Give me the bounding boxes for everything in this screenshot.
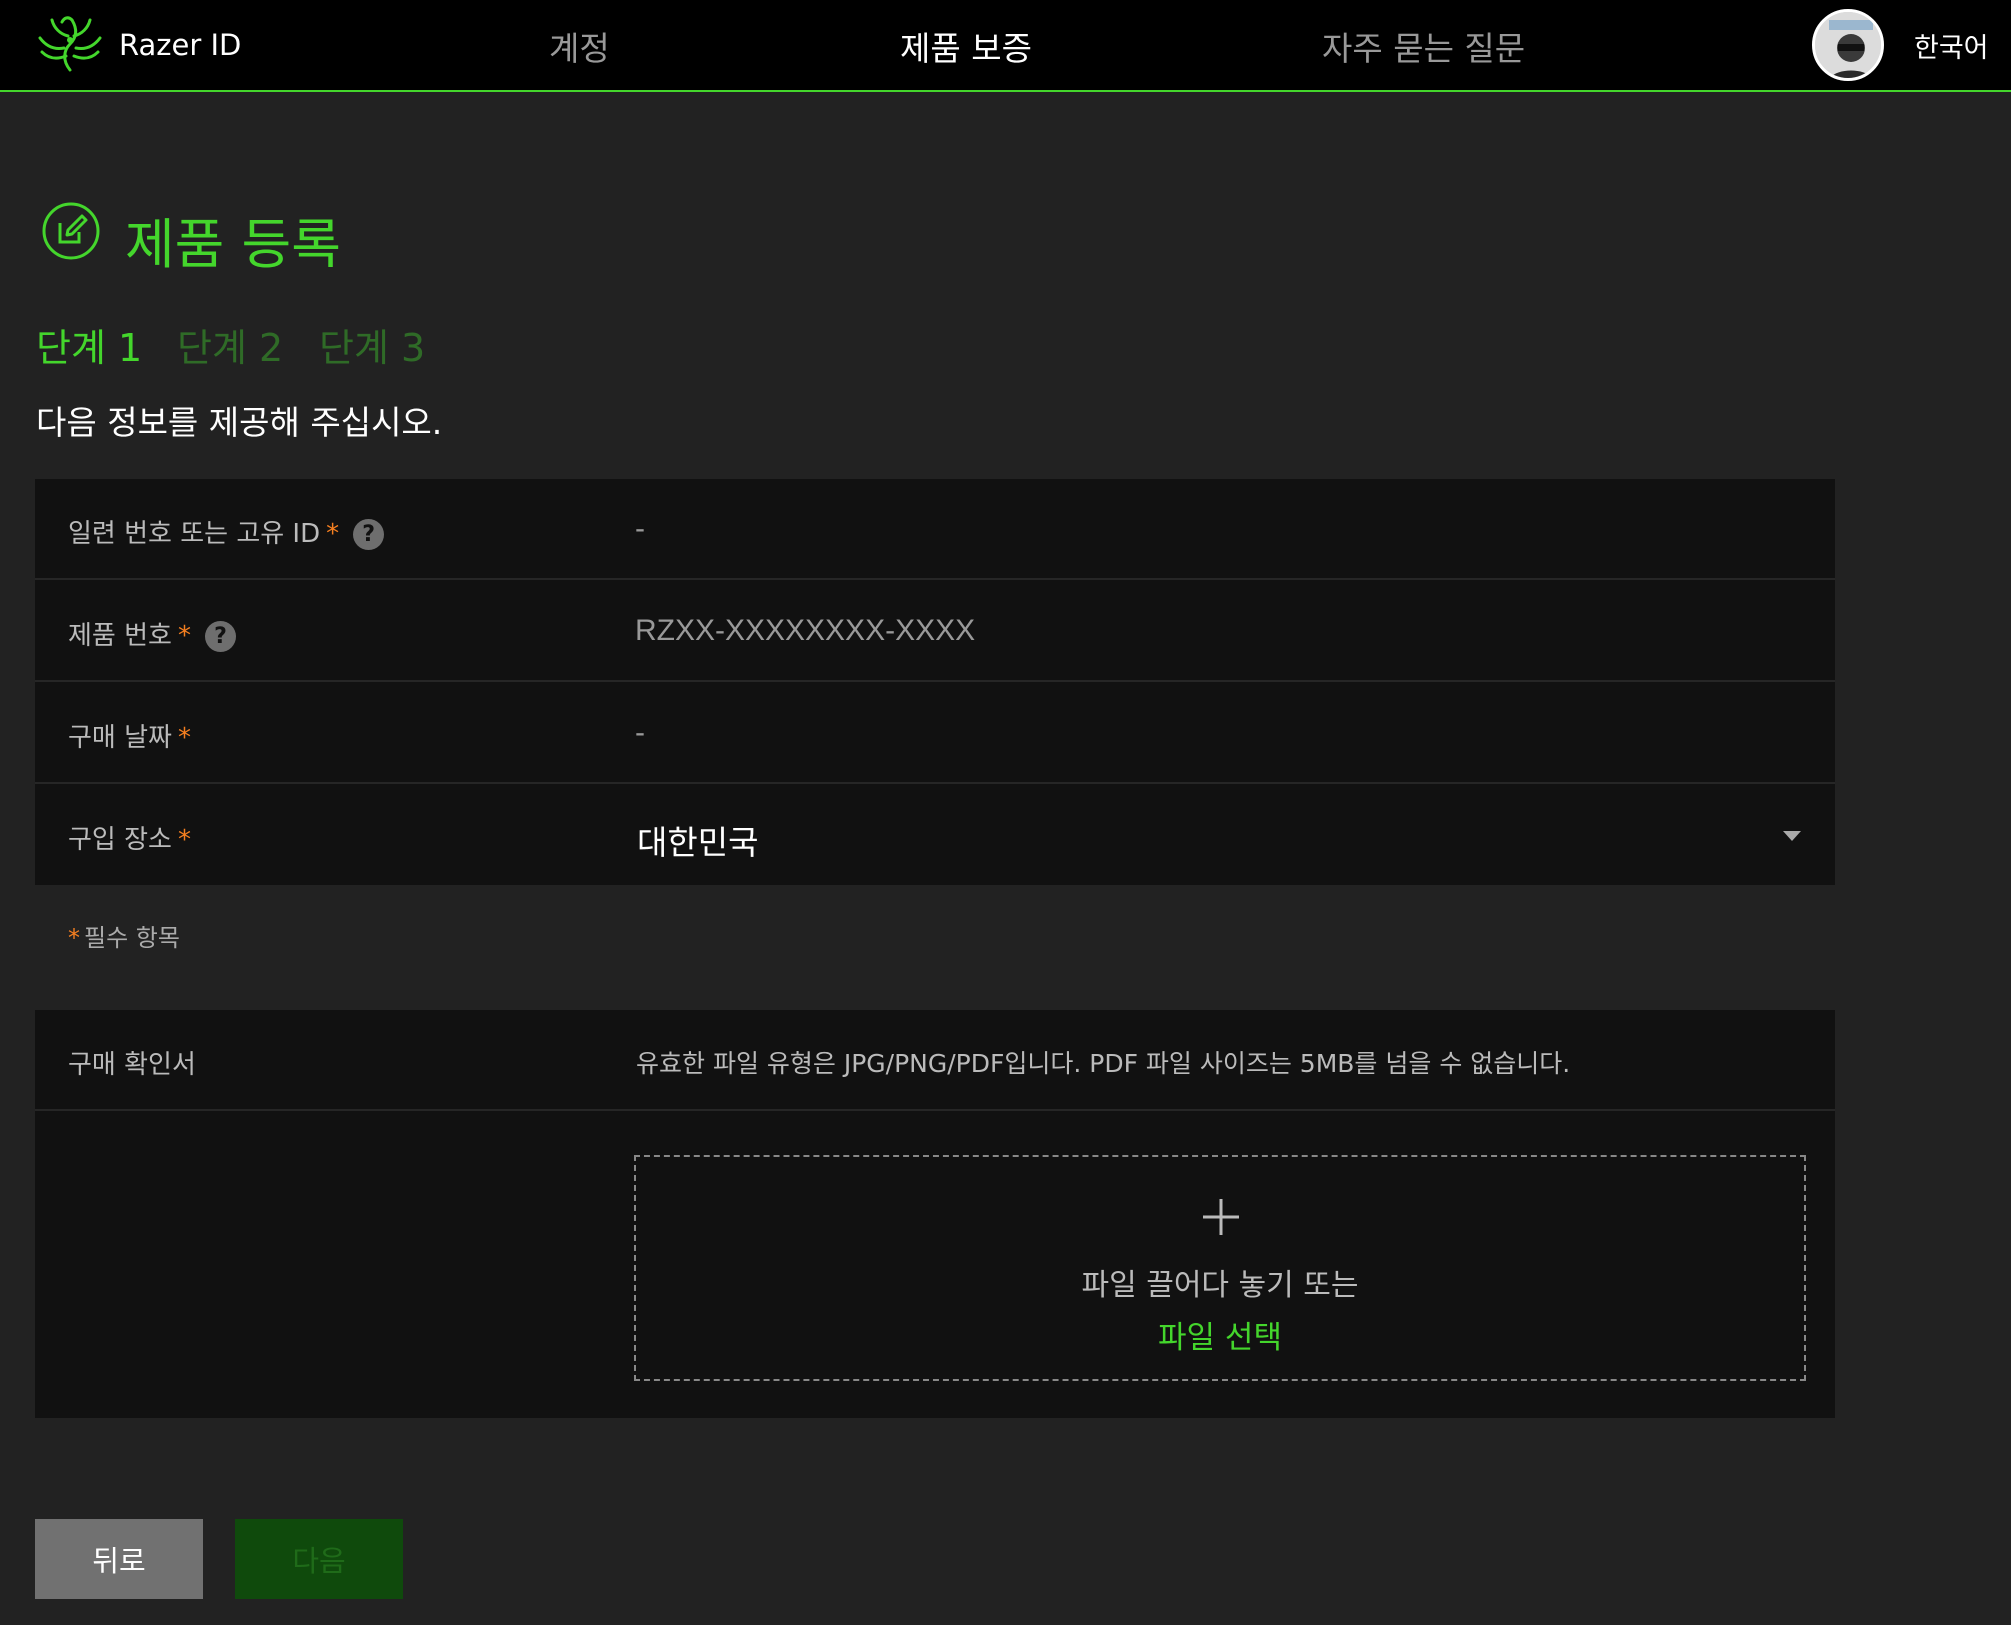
file-type-hint: 유효한 파일 유형은 JPG/PNG/PDF입니다. PDF 파일 사이즈는 5… <box>636 1049 1571 1078</box>
edit-register-icon <box>42 202 100 260</box>
purchase-date-label: 구매 날짜 <box>68 723 172 753</box>
top-navigation-bar: Razer ID 계정 제품 보증 자주 묻는 질문 한국어 <box>0 0 2011 92</box>
step-3: 단계 3 <box>319 326 426 370</box>
plus-icon <box>1203 1199 1239 1235</box>
required-asterisk: * <box>177 621 191 651</box>
user-avatar[interactable] <box>1812 9 1884 81</box>
help-icon[interactable]: ? <box>353 519 385 550</box>
step-2: 단계 2 <box>177 326 284 370</box>
purchase-date-row: 구매 날짜 * <box>35 683 1835 784</box>
choose-file-link[interactable]: 파일 선택 <box>636 1312 1804 1357</box>
purchase-proof-label: 구매 확인서 <box>68 1050 196 1080</box>
step-1: 단계 1 <box>36 326 143 370</box>
purchase-place-row[interactable]: 구입 장소 * 대한민국 <box>35 785 1835 886</box>
required-asterisk: * <box>177 723 191 753</box>
purchase-place-label: 구입 장소 <box>68 825 172 855</box>
purchase-proof-row: 구매 확인서 유효한 파일 유형은 JPG/PNG/PDF입니다. PDF 파일… <box>35 1010 1835 1111</box>
file-dropzone[interactable]: 파일 끌어다 놓기 또는 파일 선택 <box>634 1155 1806 1381</box>
nav-warranty[interactable]: 제품 보증 <box>900 22 1032 70</box>
required-note-text: 필수 항목 <box>84 924 180 952</box>
serial-row: 일련 번호 또는 고유 ID *? <box>35 479 1835 580</box>
help-icon[interactable]: ? <box>204 621 236 652</box>
brand-name: Razer ID <box>119 28 242 62</box>
nav-faq[interactable]: 자주 묻는 질문 <box>1322 22 1525 70</box>
required-asterisk: * <box>177 825 191 855</box>
product-info-panel: 일련 번호 또는 고유 ID*? 제품 번호*? 구매 날짜* 구입 장소* 대… <box>35 479 1835 885</box>
avatar-image-icon <box>1815 12 1881 78</box>
page-title: 제품 등록 <box>125 213 341 276</box>
back-button[interactable]: 뒤로 <box>35 1519 203 1599</box>
product-number-row: 제품 번호 *? <box>35 581 1835 682</box>
purchase-date-input[interactable] <box>635 703 1815 763</box>
product-number-input[interactable] <box>635 601 1815 661</box>
nav-account[interactable]: 계정 <box>549 22 610 70</box>
purchase-proof-panel: 구매 확인서 유효한 파일 유형은 JPG/PNG/PDF입니다. PDF 파일… <box>35 1010 1835 1418</box>
drop-text: 파일 끌어다 놓기 또는 <box>1081 1268 1359 1303</box>
chevron-down-icon[interactable] <box>1783 831 1801 841</box>
product-number-label: 제품 번호 <box>68 621 172 651</box>
language-selector[interactable]: 한국어 <box>1914 26 1989 65</box>
purchase-place-select[interactable]: 대한민국 <box>637 816 758 864</box>
razer-logo-icon[interactable] <box>34 10 106 78</box>
instruction-text: 다음 정보를 제공해 주십시오. <box>36 403 443 442</box>
required-asterisk: * <box>68 924 80 952</box>
next-button[interactable]: 다음 <box>235 1519 403 1599</box>
required-note: * 필수 항목 <box>68 918 180 953</box>
serial-label: 일련 번호 또는 고유 ID <box>68 519 321 549</box>
required-asterisk: * <box>326 519 340 549</box>
serial-input[interactable] <box>635 499 1815 559</box>
